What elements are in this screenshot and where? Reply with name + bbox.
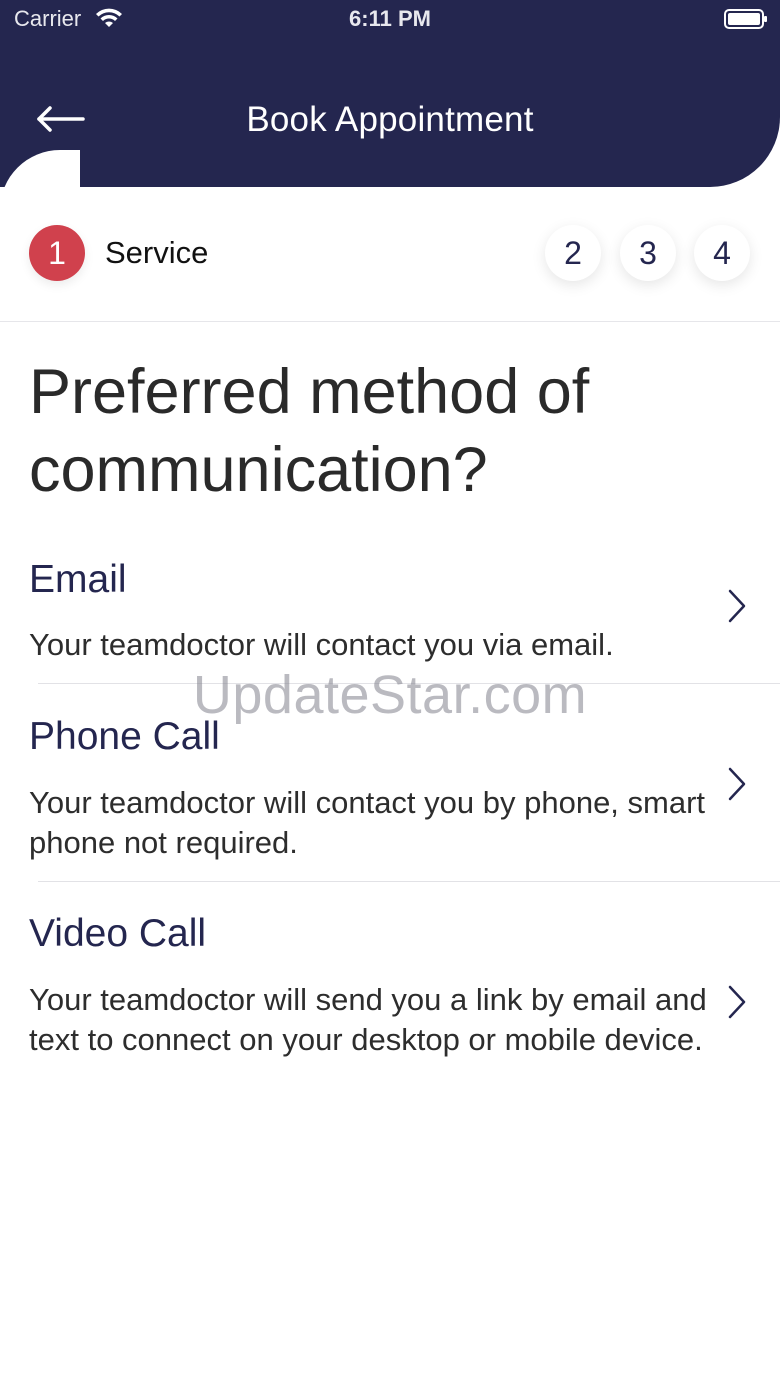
question-heading: Preferred method of communication? (29, 357, 590, 505)
navigation-bar: Book Appointment (0, 80, 780, 162)
chevron-right-icon (726, 588, 748, 624)
option-video-call[interactable]: Video Call Your teamdoctor will send you… (0, 882, 780, 1122)
battery-icon (724, 9, 768, 29)
step-4[interactable]: 4 (694, 225, 750, 281)
chevron-right-icon (726, 766, 748, 802)
option-title: Video Call (29, 912, 207, 955)
option-description: Your teamdoctor will contact you via ema… (29, 627, 614, 662)
option-description: Your teamdoctor will send you a link by … (29, 982, 707, 1057)
option-title: Phone Call (29, 715, 220, 758)
status-bar: Carrier 6:11 PM (0, 0, 780, 40)
option-description: Your teamdoctor will contact you by phon… (29, 785, 706, 860)
option-phone-call[interactable]: Phone Call Your teamdoctor will contact … (0, 684, 780, 880)
chevron-right-icon (726, 984, 748, 1020)
option-email[interactable]: Email Your teamdoctor will contact you v… (0, 540, 780, 680)
status-time: 6:11 PM (349, 6, 431, 31)
step-3[interactable]: 3 (620, 225, 676, 281)
app-header: Carrier 6:11 PM Book Appointment (0, 0, 780, 187)
page-title: Book Appointment (246, 100, 534, 139)
step-1-label: Service (105, 235, 209, 270)
step-indicator: 1 Service 2 3 4 (0, 187, 780, 322)
option-title: Email (29, 558, 127, 601)
step-2[interactable]: 2 (545, 225, 601, 281)
step-1-active[interactable]: 1 (29, 225, 85, 281)
